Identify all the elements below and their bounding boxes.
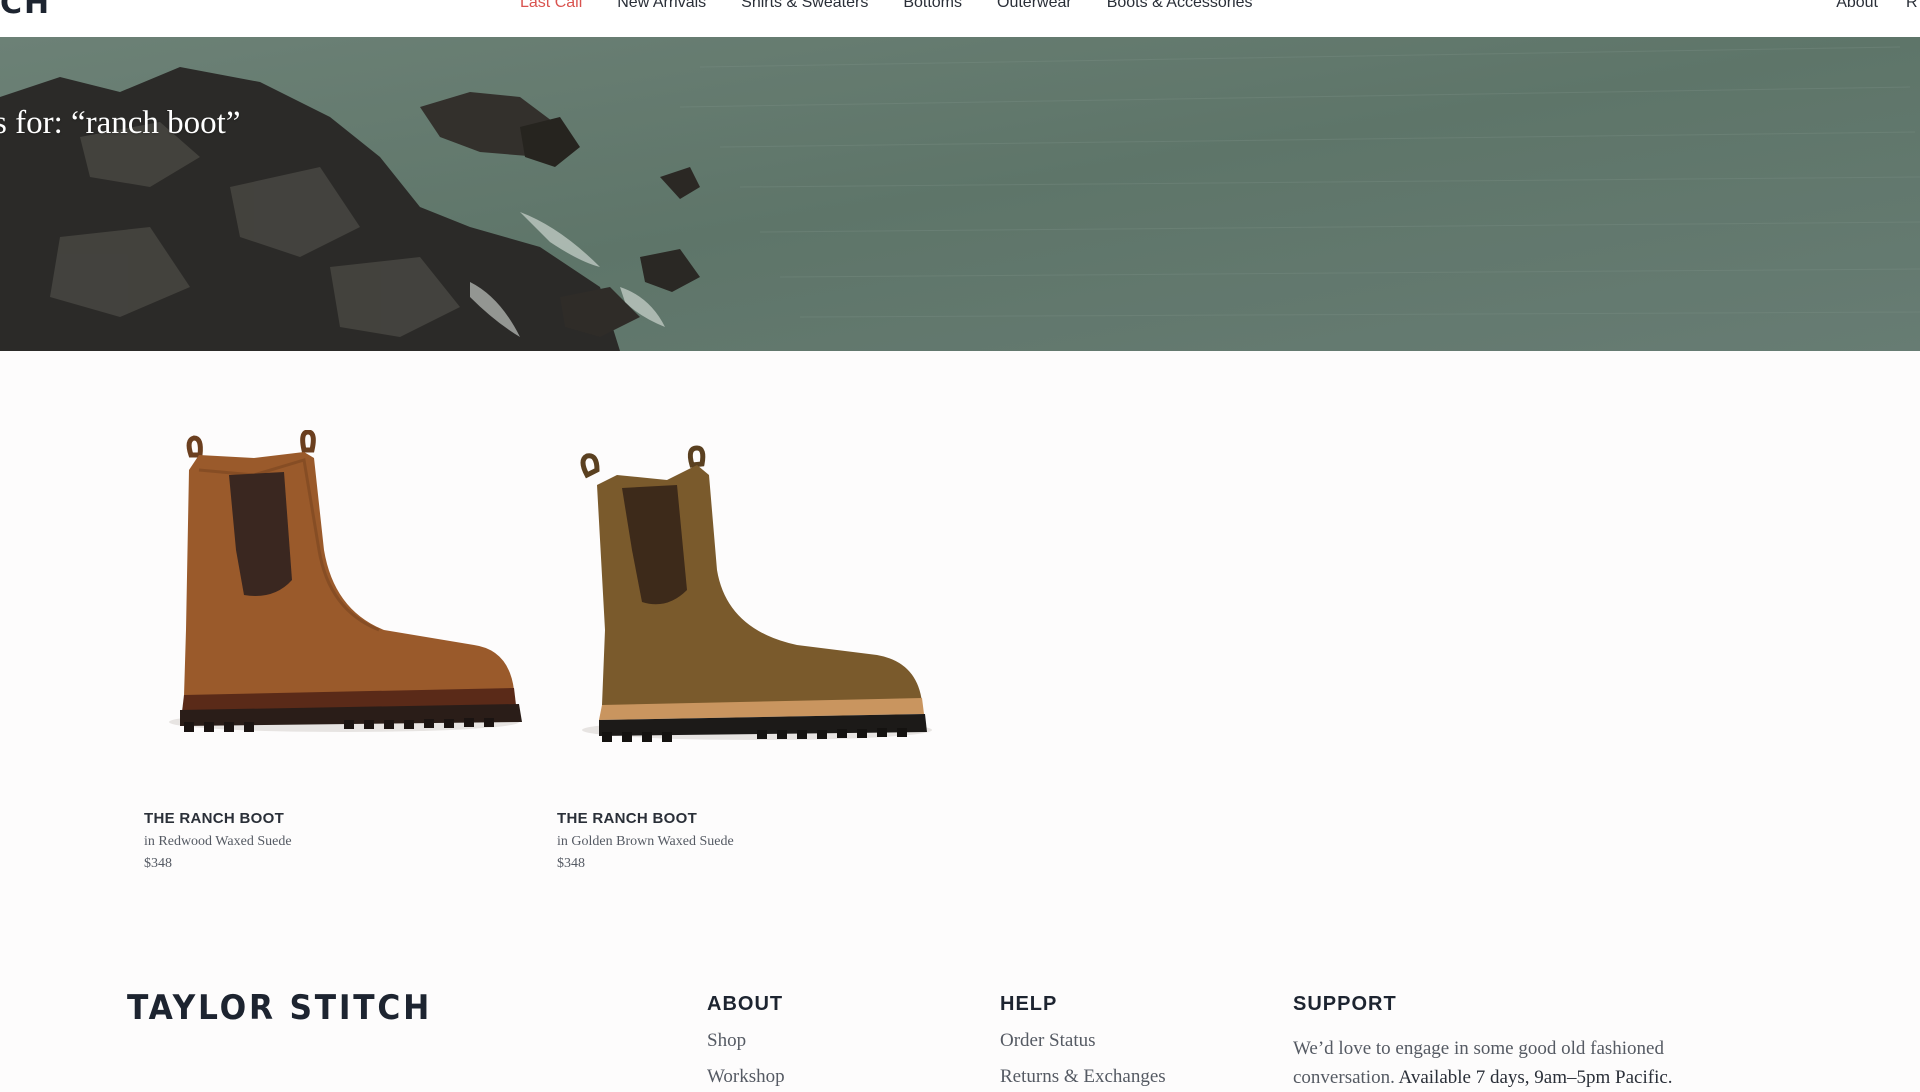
product-card[interactable]: THE RANCH BOOT in Redwood Waxed Suede $3… <box>144 429 544 871</box>
search-hero-banner: s for: “ranch boot” <box>0 37 1920 351</box>
footer-heading-help: HELP <box>1000 993 1058 1015</box>
secondary-nav: About R <box>1836 0 1920 12</box>
golden-brown-boot-image <box>580 445 932 742</box>
main-nav: Last Call New Arrivals Shirts & Sweaters… <box>520 0 1253 12</box>
product-name[interactable]: THE RANCH BOOT <box>144 810 284 827</box>
support-text: We’d love to engage in some good old fas… <box>1293 1034 1713 1092</box>
product-card[interactable]: THE RANCH BOOT in Golden Brown Waxed Sue… <box>557 430 957 871</box>
product-price: $348 <box>557 856 585 871</box>
footer-column-support: SUPPORT We’d love to engage in some good… <box>1293 993 1713 1088</box>
nav-shirts-sweaters[interactable]: Shirts & Sweaters <box>741 0 868 12</box>
product-variant: in Golden Brown Waxed Suede <box>557 834 734 849</box>
footer-heading-about: ABOUT <box>707 993 784 1015</box>
footer-column-help: HELP Order Status Returns & Exchanges <box>1000 993 1166 1087</box>
footer-link-returns[interactable]: Returns & Exchanges <box>1000 1066 1166 1088</box>
product-price: $348 <box>144 856 172 871</box>
product-image[interactable] <box>557 430 957 760</box>
nav-new-arrivals[interactable]: New Arrivals <box>617 0 706 12</box>
footer-link-workshop[interactable]: Workshop <box>707 1066 785 1088</box>
footer-column-about: ABOUT Shop Workshop <box>707 993 785 1087</box>
footer-heading-support: SUPPORT <box>1293 993 1397 1015</box>
nav-about[interactable]: About <box>1836 0 1878 12</box>
product-variant: in Redwood Waxed Suede <box>144 834 292 849</box>
redwood-boot-image <box>169 429 522 732</box>
footer-link-shop[interactable]: Shop <box>707 1030 746 1052</box>
product-image[interactable] <box>144 429 544 760</box>
nav-outerwear[interactable]: Outerwear <box>997 0 1072 12</box>
coastline-image <box>0 37 1920 351</box>
search-results-title: s for: “ranch boot” <box>0 105 241 141</box>
top-navigation: CH Last Call New Arrivals Shirts & Sweat… <box>0 0 1920 38</box>
brand-logo[interactable]: CH <box>0 0 51 21</box>
support-hours: Available 7 days, 9am–5pm Pacific. <box>1398 1067 1673 1088</box>
product-name[interactable]: THE RANCH BOOT <box>557 810 697 827</box>
footer-link-order-status[interactable]: Order Status <box>1000 1030 1096 1052</box>
footer-logo[interactable]: TAYLOR STITCH <box>127 988 432 1028</box>
nav-bottoms[interactable]: Bottoms <box>903 0 962 12</box>
nav-last-call[interactable]: Last Call <box>520 0 582 12</box>
nav-right-cut[interactable]: R <box>1906 0 1920 12</box>
nav-boots-accessories[interactable]: Boots & Accessories <box>1107 0 1253 12</box>
